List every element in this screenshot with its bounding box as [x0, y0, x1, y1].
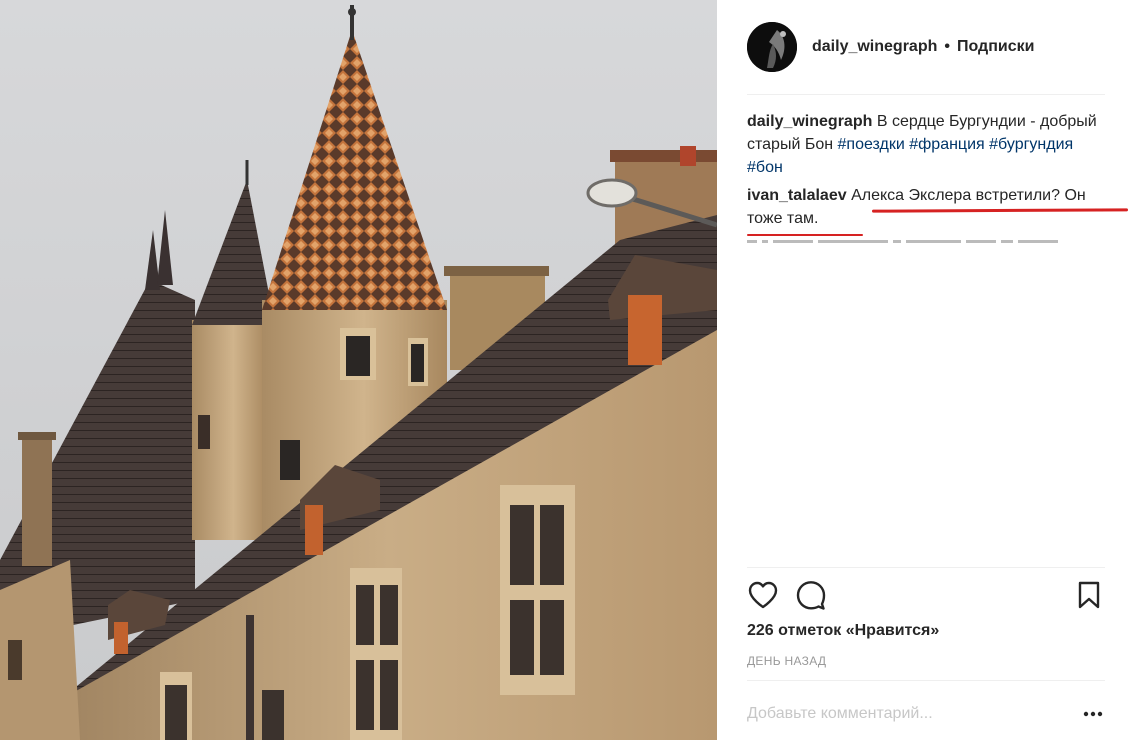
hashtag-link[interactable]: #поездки [838, 136, 905, 153]
author-avatar[interactable] [747, 22, 797, 72]
post-timestamp[interactable]: день назад [747, 654, 826, 668]
heart-icon [748, 581, 778, 609]
divider [747, 680, 1105, 681]
hashtag-link[interactable]: #бургундия [989, 136, 1073, 153]
following-button[interactable]: Подписки [957, 38, 1034, 56]
hashtag-link[interactable]: #бон [747, 159, 783, 176]
caption: daily_winegraph В сердце Бургундии - доб… [747, 110, 1105, 179]
header-text: daily_winegraph • Подписки [812, 38, 1034, 56]
bookmark-icon [1078, 581, 1100, 609]
more-options-icon [1083, 711, 1103, 717]
caption-username[interactable]: daily_winegraph [747, 113, 872, 130]
author-username[interactable]: daily_winegraph [812, 38, 937, 56]
hashtag-link[interactable]: #франция [909, 136, 984, 153]
post-actions [747, 578, 1105, 612]
likes-count[interactable]: 226 отметок «Нравится» [747, 622, 939, 640]
speech-bubble-icon [796, 581, 826, 610]
annotation-underline [747, 234, 863, 236]
post-header: daily_winegraph • Подписки [747, 20, 1105, 74]
comment-item: ivan_talalaev Алекса Экслера встретили? … [747, 184, 1105, 230]
separator-dot: • [944, 38, 950, 55]
divider [747, 94, 1105, 95]
post-side-panel: daily_winegraph • Подписки daily_winegra… [717, 0, 1133, 740]
save-button[interactable] [1073, 578, 1105, 612]
like-button[interactable] [747, 578, 779, 612]
divider [747, 567, 1105, 568]
avatar-image [747, 22, 797, 72]
clipped-comment-text [747, 240, 1105, 244]
comment-button[interactable] [795, 578, 827, 612]
add-comment-input[interactable] [747, 700, 1067, 728]
post-photo[interactable] [0, 0, 717, 740]
comment-username[interactable]: ivan_talalaev [747, 187, 847, 204]
comments-section: daily_winegraph В сердце Бургундии - доб… [747, 110, 1129, 243]
building-photo [0, 0, 717, 740]
more-options-button[interactable] [1081, 700, 1105, 728]
